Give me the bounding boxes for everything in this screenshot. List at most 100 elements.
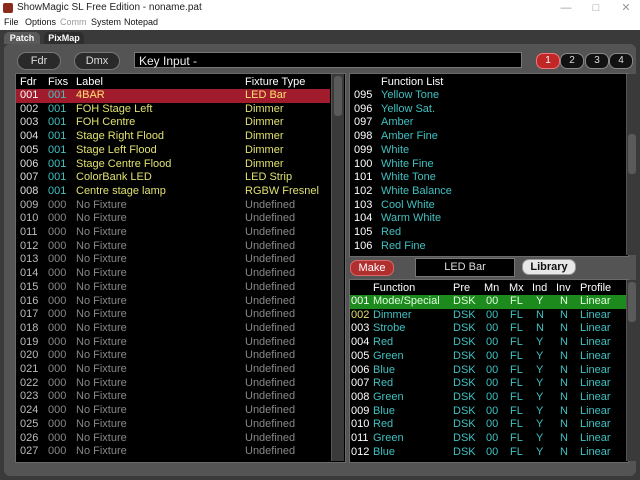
fdr-cell: 026 bbox=[20, 431, 39, 444]
profile-row[interactable]: 012 Blue DSK 00 FL Y N Linear bbox=[350, 446, 626, 460]
function-list-item[interactable]: 106 Red Fine bbox=[350, 240, 626, 254]
profile-row[interactable]: 011 Green DSK 00 FL Y N Linear bbox=[350, 432, 626, 446]
patch-row[interactable]: 019 000 No Fixture Undefined bbox=[16, 336, 330, 350]
page-button-4[interactable]: 4 bbox=[609, 53, 633, 69]
function-list-item[interactable]: 096 Yellow Sat. bbox=[350, 103, 626, 117]
patch-row[interactable]: 007 001 ColorBank LED LED Strip bbox=[16, 171, 330, 185]
profile-row[interactable]: 010 Red DSK 00 FL Y N Linear bbox=[350, 418, 626, 432]
make-button[interactable]: Make bbox=[350, 260, 394, 276]
patch-row[interactable]: 020 000 No Fixture Undefined bbox=[16, 349, 330, 363]
function-list-item[interactable]: 104 Warm White bbox=[350, 212, 626, 226]
profile-function: Red bbox=[373, 377, 394, 390]
patch-row[interactable]: 004 001 Stage Right Flood Dimmer bbox=[16, 130, 330, 144]
fdr-cell: 012 bbox=[20, 239, 39, 252]
patch-row[interactable]: 003 001 FOH Centre Dimmer bbox=[16, 116, 330, 130]
function-list-item[interactable]: 098 Amber Fine bbox=[350, 130, 626, 144]
fixs-cell: 000 bbox=[48, 253, 67, 266]
fixture-type-cell: Undefined bbox=[245, 198, 296, 211]
patch-row[interactable]: 022 000 No Fixture Undefined bbox=[16, 377, 330, 391]
profile-row[interactable]: 009 Blue DSK 00 FL Y N Linear bbox=[350, 405, 626, 419]
fdr-button[interactable]: Fdr bbox=[17, 52, 61, 70]
page-button-3[interactable]: 3 bbox=[585, 53, 609, 69]
patch-row[interactable]: 010 000 No Fixture Undefined bbox=[16, 212, 330, 226]
patch-row[interactable]: 012 000 No Fixture Undefined bbox=[16, 240, 330, 254]
patch-row[interactable]: 009 000 No Fixture Undefined bbox=[16, 199, 330, 213]
tab-patch[interactable]: Patch bbox=[4, 32, 40, 44]
function-list-item[interactable]: 097 Amber bbox=[350, 116, 626, 130]
function-name: Cool White bbox=[381, 198, 435, 211]
profile-scroll-thumb[interactable] bbox=[628, 282, 636, 322]
patch-row[interactable]: 021 000 No Fixture Undefined bbox=[16, 363, 330, 377]
function-list-item[interactable]: 101 White Tone bbox=[350, 171, 626, 185]
menu-comm[interactable]: Comm bbox=[60, 17, 87, 27]
menu-notepad[interactable]: Notepad bbox=[124, 17, 158, 27]
library-button[interactable]: Library bbox=[522, 259, 576, 275]
profile-inv: N bbox=[560, 322, 568, 335]
page-button-1[interactable]: 1 bbox=[536, 53, 560, 69]
function-list-item[interactable]: 102 White Balance bbox=[350, 185, 626, 199]
profile-row[interactable]: 005 Green DSK 00 FL Y N Linear bbox=[350, 350, 626, 364]
menu-file[interactable]: File bbox=[4, 17, 19, 27]
fixs-cell: 000 bbox=[48, 404, 67, 417]
menu-system[interactable]: System bbox=[91, 17, 121, 27]
profile-inv: N bbox=[560, 390, 568, 403]
function-name: Yellow Tone bbox=[381, 89, 440, 101]
patch-row[interactable]: 018 000 No Fixture Undefined bbox=[16, 322, 330, 336]
profile-pre: DSK bbox=[453, 322, 476, 335]
profile-function: Blue bbox=[373, 404, 396, 417]
menu-options[interactable]: Options bbox=[25, 17, 56, 27]
patch-row[interactable]: 013 000 No Fixture Undefined bbox=[16, 253, 330, 267]
function-list-scrollbar[interactable] bbox=[626, 74, 637, 255]
patch-row[interactable]: 016 000 No Fixture Undefined bbox=[16, 295, 330, 309]
profile-inv: N bbox=[560, 377, 568, 390]
patch-row[interactable]: 025 000 No Fixture Undefined bbox=[16, 418, 330, 432]
tab-pixmap[interactable]: PixMap bbox=[44, 32, 84, 44]
profile-mn: 00 bbox=[486, 377, 499, 390]
profile-row[interactable]: 006 Blue DSK 00 FL Y N Linear bbox=[350, 364, 626, 378]
fixture-type-cell: Undefined bbox=[245, 321, 296, 334]
patch-row[interactable]: 001 001 4BAR LED Bar bbox=[16, 89, 330, 103]
patch-row[interactable]: 011 000 No Fixture Undefined bbox=[16, 226, 330, 240]
profile-function: Green bbox=[373, 349, 404, 362]
patch-scrollbar[interactable] bbox=[331, 74, 344, 461]
maximize-icon[interactable]: □ bbox=[586, 1, 606, 15]
profile-row[interactable]: 008 Green DSK 00 FL Y N Linear bbox=[350, 391, 626, 405]
function-list-item[interactable]: 103 Cool White bbox=[350, 199, 626, 213]
function-list-item[interactable]: 095 Yellow Tone bbox=[350, 89, 626, 103]
patch-row[interactable]: 014 000 No Fixture Undefined bbox=[16, 267, 330, 281]
patch-row[interactable]: 006 001 Stage Centre Flood Dimmer bbox=[16, 158, 330, 172]
function-list-item[interactable]: 099 White bbox=[350, 144, 626, 158]
function-list-item[interactable]: 100 White Fine bbox=[350, 158, 626, 172]
minimize-icon[interactable]: — bbox=[556, 1, 576, 15]
profile-row[interactable]: 003 Strobe DSK 00 FL N N Linear bbox=[350, 322, 626, 336]
profile-row[interactable]: 007 Red DSK 00 FL Y N Linear bbox=[350, 377, 626, 391]
profile-function: Blue bbox=[373, 363, 396, 376]
function-name: Yellow Sat. bbox=[381, 102, 436, 115]
patch-row[interactable]: 017 000 No Fixture Undefined bbox=[16, 308, 330, 322]
profile-row[interactable]: 002 Dimmer DSK 00 FL N N Linear bbox=[350, 309, 626, 323]
patch-row[interactable]: 026 000 No Fixture Undefined bbox=[16, 432, 330, 446]
patch-row[interactable]: 008 001 Centre stage lamp RGBW Fresnel bbox=[16, 185, 330, 199]
fdr-cell: 004 bbox=[20, 130, 39, 143]
profile-row[interactable]: 004 Red DSK 00 FL Y N Linear bbox=[350, 336, 626, 350]
function-list-item[interactable]: 105 Red bbox=[350, 226, 626, 240]
patch-row[interactable]: 005 001 Stage Left Flood Dimmer bbox=[16, 144, 330, 158]
page-button-2[interactable]: 2 bbox=[560, 53, 584, 69]
key-input-field[interactable]: Key Input - bbox=[134, 52, 522, 68]
label-cell: Stage Centre Flood bbox=[76, 157, 172, 170]
profile-row[interactable]: 001 Mode/Special DSK 00 FL Y N Linear bbox=[350, 295, 626, 309]
patch-scroll-thumb[interactable] bbox=[334, 76, 342, 116]
patch-row[interactable]: 024 000 No Fixture Undefined bbox=[16, 404, 330, 418]
patch-row[interactable]: 023 000 No Fixture Undefined bbox=[16, 390, 330, 404]
function-list-scroll-thumb[interactable] bbox=[628, 134, 636, 174]
patch-row[interactable]: 027 000 No Fixture Undefined bbox=[16, 445, 330, 459]
label-cell: No Fixture bbox=[76, 267, 127, 280]
patch-row[interactable]: 002 001 FOH Stage Left Dimmer bbox=[16, 103, 330, 117]
patch-row[interactable]: 015 000 No Fixture Undefined bbox=[16, 281, 330, 295]
dmx-button[interactable]: Dmx bbox=[74, 52, 120, 70]
fixture-name-field[interactable]: LED Bar bbox=[415, 258, 515, 277]
profile-mx: FL bbox=[510, 432, 523, 444]
close-icon[interactable]: ✕ bbox=[616, 1, 636, 15]
profile-mx: FL bbox=[510, 377, 523, 390]
profile-scrollbar[interactable] bbox=[626, 280, 637, 461]
